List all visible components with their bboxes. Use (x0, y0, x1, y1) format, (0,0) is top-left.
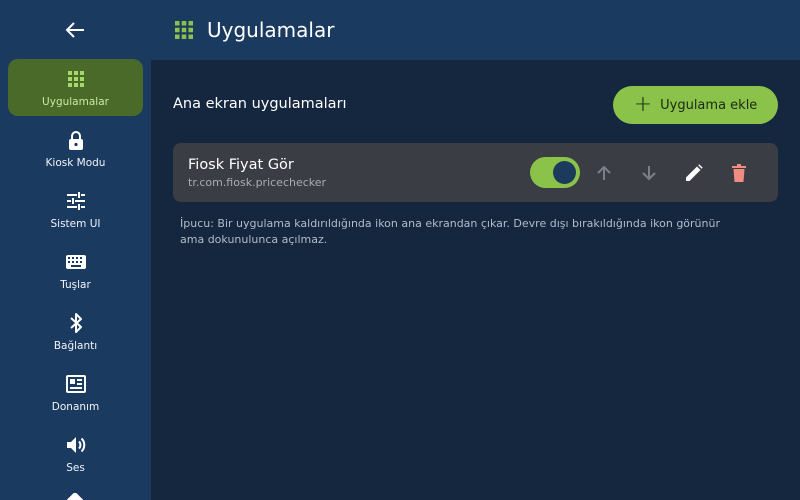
delete-button[interactable] (726, 160, 752, 186)
partial-icon (67, 493, 83, 500)
sidebar-item-label: Donanım (51, 400, 100, 413)
lock-icon (65, 129, 87, 151)
toggle-knob (553, 161, 576, 184)
back-button[interactable] (60, 18, 90, 42)
sidebar-item-label: Tuşlar (60, 278, 91, 291)
sidebar-item-sistem-ui[interactable]: Sistem UI (8, 181, 143, 238)
tune-icon (65, 190, 87, 212)
sidebar-item-kiosk-modu[interactable]: Kiosk Modu (8, 120, 143, 177)
sidebar-item-uygulamalar[interactable]: Uygulamalar (8, 59, 143, 116)
sidebar-item-label: Uygulamalar (42, 95, 109, 108)
top-app-bar: Uygulamalar (151, 0, 800, 60)
arrow-down-icon (642, 166, 656, 181)
arrow-left-icon (65, 22, 84, 38)
volume-icon (65, 434, 87, 456)
apps-grid-icon (175, 21, 193, 39)
apps-grid-icon (65, 68, 87, 90)
app-card: Fiosk Fiyat Gör tr.com.fiosk.pricechecke… (173, 143, 778, 202)
section-title: Ana ekran uygulamaları (173, 96, 347, 112)
sidebar-item-label: Ses (66, 461, 85, 474)
trash-icon (732, 164, 746, 182)
add-app-button[interactable]: + Uygulama ekle (613, 86, 778, 124)
sidebar-item-label: Kiosk Modu (45, 156, 106, 169)
sidebar-item-label: Bağlantı (53, 339, 98, 352)
sidebar-item-ses[interactable]: Ses (8, 425, 143, 482)
app-name: Fiosk Fiyat Gör (188, 157, 294, 173)
hardware-icon (65, 373, 87, 395)
page-title: Uygulamalar (207, 18, 335, 42)
sidebar: Uygulamalar Kiosk Modu Sistem UI Tuşlar … (0, 0, 151, 500)
arrow-up-icon (597, 165, 611, 180)
sidebar-item-donanim[interactable]: Donanım (8, 364, 143, 421)
add-app-button-label: Uygulama ekle (660, 97, 758, 113)
app-package: tr.com.fiosk.pricechecker (188, 176, 327, 189)
sidebar-item-tuslar[interactable]: Tuşlar (8, 242, 143, 299)
move-up-button[interactable] (591, 160, 617, 186)
hint-text: İpucu: Bir uygulama kaldırıldığında ikon… (180, 217, 720, 246)
edit-button[interactable] (681, 160, 707, 186)
app-enabled-toggle[interactable] (530, 157, 580, 188)
bluetooth-icon (65, 312, 87, 334)
plus-icon: + (633, 92, 653, 117)
move-down-button[interactable] (636, 160, 662, 186)
pencil-icon (686, 164, 703, 181)
keyboard-icon (65, 251, 87, 273)
sidebar-item-baglanti[interactable]: Bağlantı (8, 303, 143, 360)
sidebar-more-item[interactable] (67, 493, 83, 500)
sidebar-item-label: Sistem UI (50, 217, 101, 230)
